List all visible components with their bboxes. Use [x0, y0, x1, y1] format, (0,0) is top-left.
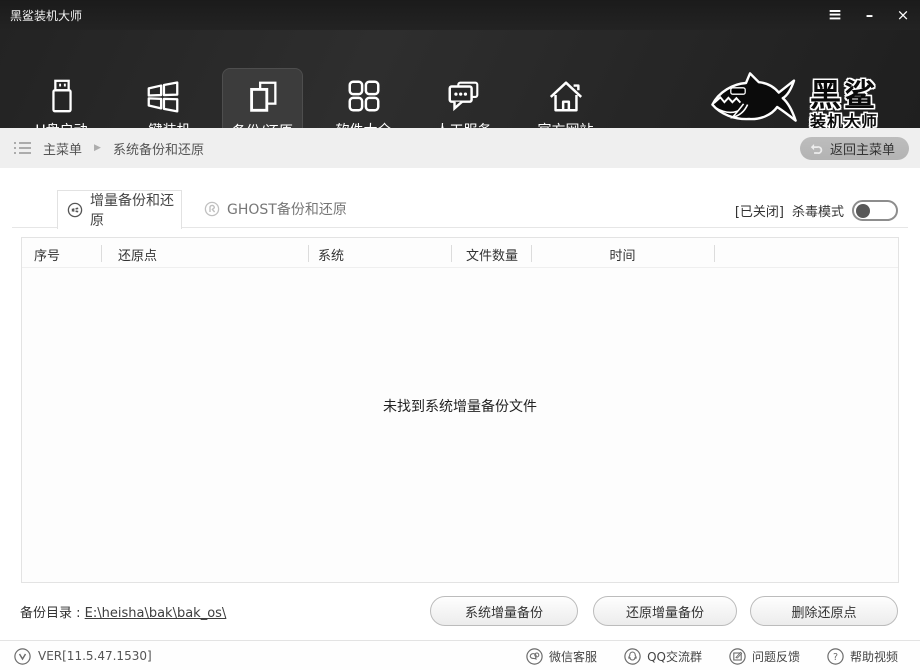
app-window: 黑鲨装机大师 ≡ – × U盘启动 — [0, 0, 920, 670]
breadcrumb-arrow-icon: ▶ — [94, 143, 101, 153]
breadcrumb-current: 系统备份和还原 — [113, 139, 204, 158]
feedback-icon — [729, 648, 746, 665]
help-icon: ? — [827, 648, 844, 665]
column-separator — [451, 245, 452, 262]
version-icon — [14, 648, 31, 665]
column-separator — [714, 245, 715, 262]
ghost-tab-icon — [204, 201, 220, 217]
window-title: 黑鲨装机大师 — [10, 7, 82, 24]
tab-label: 增量备份和还原 — [90, 190, 181, 230]
tab-ghost-backup[interactable]: GHOST备份和还原 — [196, 190, 347, 228]
brand-wordmark: 黑鲨 装机大师 — [810, 79, 878, 131]
column-header-file-count: 文件数量 — [466, 245, 518, 264]
antivirus-label: 杀毒模式 — [792, 201, 844, 220]
empty-state-message: 未找到系统增量备份文件 — [22, 396, 898, 416]
titlebar: 黑鲨装机大师 ≡ – × — [0, 0, 920, 30]
antivirus-status: [已关闭] — [735, 201, 784, 220]
status-links: 微信客服 QQ交流群 — [526, 641, 898, 670]
version-text: VER[11.5.47.1530] — [38, 649, 152, 663]
official-website-icon — [545, 75, 587, 117]
wechat-icon — [526, 648, 543, 665]
antivirus-mode-area: [已关闭] 杀毒模式 — [735, 200, 898, 221]
software-collection-icon — [343, 75, 385, 117]
version-area: VER[11.5.47.1530] — [14, 641, 152, 670]
backup-directory-link[interactable]: E:\heisha\bak\bak_os\ — [85, 606, 227, 621]
usb-boot-icon — [41, 75, 83, 117]
main-nav: U盘启动 一键装机 备份/还原 — [0, 30, 920, 128]
incremental-tab-icon — [67, 202, 83, 218]
delete-restore-point-button[interactable]: 删除还原点 — [750, 596, 898, 626]
incremental-backup-button[interactable]: 系统增量备份 — [430, 596, 578, 626]
menu-list-icon — [14, 141, 31, 155]
column-header-time: 时间 — [531, 245, 714, 264]
back-button-label: 返回主菜单 — [830, 139, 895, 158]
svg-text:?: ? — [833, 652, 838, 663]
table-header: 序号 还原点 系统 文件数量 时间 — [22, 238, 898, 268]
feedback-link[interactable]: 问题反馈 — [729, 648, 800, 665]
tab-label: GHOST备份和还原 — [227, 199, 347, 219]
column-separator — [101, 245, 102, 262]
wechat-support-link[interactable]: 微信客服 — [526, 648, 597, 665]
qq-group-link[interactable]: QQ交流群 — [624, 648, 702, 665]
restore-incremental-button[interactable]: 还原增量备份 — [593, 596, 737, 626]
column-separator — [308, 245, 309, 262]
back-to-main-menu-button[interactable]: 返回主菜单 — [800, 137, 909, 160]
breadcrumb-root[interactable]: 主菜单 — [43, 139, 82, 158]
backup-directory-label: 备份目录 : — [20, 606, 81, 621]
tab-incremental-backup[interactable]: 增量备份和还原 — [57, 190, 182, 229]
back-arrow-icon — [808, 141, 823, 156]
brand-line1: 黑鲨 — [810, 79, 878, 113]
column-header-system: 系统 — [318, 245, 344, 264]
qq-icon — [624, 648, 641, 665]
customer-service-icon — [443, 75, 485, 117]
status-bar: VER[11.5.47.1530] 微信客服 — [0, 640, 920, 670]
backup-directory-row: 备份目录 : E:\heisha\bak\bak_os\ — [20, 602, 226, 621]
antivirus-toggle[interactable] — [852, 200, 898, 221]
help-video-link[interactable]: ? 帮助视频 — [827, 648, 898, 665]
menu-icon[interactable]: ≡ — [826, 7, 844, 24]
window-controls: ≡ – × — [826, 0, 912, 30]
one-click-install-icon — [142, 75, 184, 117]
column-header-restore-point: 还原点 — [118, 245, 157, 264]
toggle-knob — [856, 204, 870, 218]
restore-points-table: 序号 还原点 系统 文件数量 时间 未找到系统增量备份文件 — [21, 237, 899, 583]
backup-restore-icon — [242, 76, 284, 118]
breadcrumb-bar: 主菜单 ▶ 系统备份和还原 返回主菜单 — [0, 128, 920, 168]
close-button[interactable]: × — [894, 8, 912, 23]
column-header-index: 序号 — [34, 245, 60, 264]
minimize-button[interactable]: – — [860, 8, 878, 23]
